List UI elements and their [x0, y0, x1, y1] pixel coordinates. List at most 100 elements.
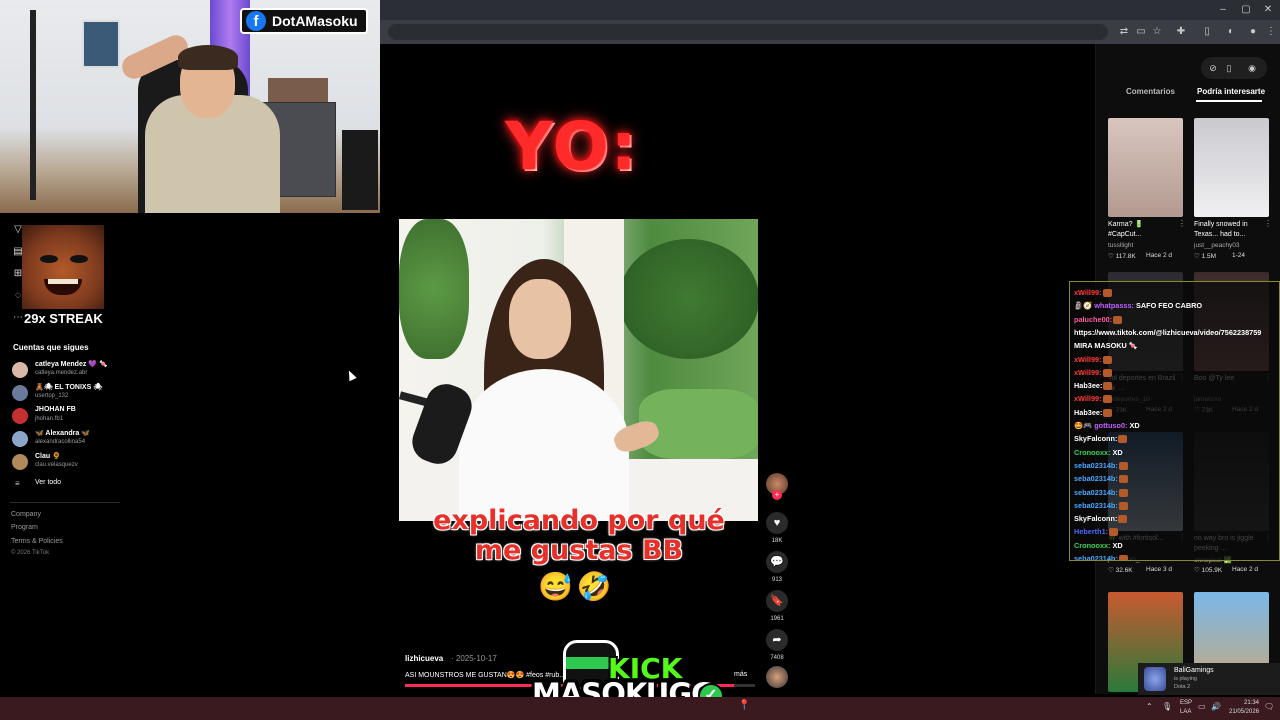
- following-account-item[interactable]: JHOHAN FB jhohan.fb1: [12, 406, 122, 426]
- profile-icon[interactable]: ◐: [1224, 25, 1238, 39]
- chat-message: seba02314b:: [1074, 488, 1129, 497]
- maximize-button[interactable]: ▢: [1239, 3, 1253, 17]
- video-overlay-title: YO:: [505, 108, 639, 185]
- chat-message: MIRA MASOKU 🍬: [1074, 341, 1138, 350]
- video-player[interactable]: [399, 219, 758, 521]
- chat-text: SAFO FEO CABRO: [1133, 301, 1203, 311]
- recommended-age: Hace 2 d: [1232, 566, 1259, 573]
- account-avatar: [12, 385, 28, 401]
- like-action[interactable]: ♥ 18K: [766, 512, 788, 544]
- save-icon[interactable]: 🔖: [766, 590, 788, 612]
- menu-icon[interactable]: ⋮: [1264, 25, 1278, 39]
- chat-username: paluche00:: [1074, 314, 1113, 324]
- mic-tray-icon[interactable]: 🎙: [1162, 702, 1172, 711]
- recommended-likes: ♡ 1.5M: [1194, 253, 1217, 260]
- sidebar-icon[interactable]: ▯: [1200, 25, 1214, 39]
- translate-icon[interactable]: ⇄: [1117, 25, 1131, 39]
- more-icon[interactable]: ⋯: [12, 312, 24, 324]
- account-name: 🦋 Alexandra 🦋: [35, 430, 90, 437]
- friend-avatar: [1144, 667, 1166, 691]
- minimize-button[interactable]: –: [1216, 3, 1230, 17]
- music-disc-icon[interactable]: [766, 666, 788, 688]
- following-account-item[interactable]: 🧸🕷 EL TONIXS 🕷 usertop_132: [12, 383, 122, 403]
- chat-username: 🤩🎮 gottuso0:: [1074, 421, 1128, 430]
- sidebar-divider: [10, 502, 120, 503]
- avatar-icon[interactable]: ●: [1246, 25, 1260, 39]
- share-icon[interactable]: ➦: [766, 629, 788, 651]
- see-all-link[interactable]: Ver todo: [35, 479, 61, 486]
- taskbar: [0, 697, 1280, 720]
- tray-expand-icon[interactable]: ⌃: [1146, 702, 1153, 711]
- chat-emote-icon: [1102, 289, 1112, 298]
- pin-icon[interactable]: 📍: [738, 700, 750, 711]
- clock-date[interactable]: 21/05/2026: [1229, 709, 1259, 715]
- footer-terms-link[interactable]: Terms & Policies: [11, 538, 63, 545]
- user-avatar-icon[interactable]: ◉: [1245, 61, 1259, 75]
- save-action[interactable]: 🔖 1961: [766, 590, 788, 622]
- following-account-item[interactable]: 🦋 Alexandra 🦋 alexandracollina54: [12, 429, 122, 449]
- like-icon[interactable]: ♥: [766, 512, 788, 534]
- chat-message: Cronooxx: XD: [1074, 541, 1123, 550]
- chat-username: MIRA MASOKU: [1074, 341, 1127, 351]
- chat-overlay: xWill99: 🗿🧭 whatpasss: SAFO FEO CABRO palu…: [1069, 281, 1280, 561]
- copyright: © 2026 TikTok: [11, 550, 50, 556]
- chat-username: 🗿🧭 whatpasss:: [1074, 301, 1134, 311]
- chat-message: seba02314b:: [1074, 461, 1129, 470]
- recommended-title[interactable]: Karma? 🔋 #CapCut...: [1108, 220, 1176, 240]
- recommended-author[interactable]: just__peachy03: [1194, 242, 1240, 249]
- chat-username: Hab3ee:: [1074, 381, 1103, 391]
- volume-icon[interactable]: 🔊: [1211, 702, 1221, 711]
- chat-message: xWill99:: [1074, 288, 1113, 298]
- notifications-icon[interactable]: 🗨: [1264, 702, 1274, 711]
- network-icon[interactable]: ▭: [1198, 702, 1206, 711]
- chat-emote-icon: [1118, 435, 1128, 444]
- video-author[interactable]: lizhicueva: [405, 654, 443, 663]
- share-action[interactable]: ➦ 7408: [766, 629, 788, 661]
- language-code[interactable]: ESP: [1180, 700, 1192, 706]
- caption-line: me gustas BB: [474, 535, 684, 566]
- screen: – ▢ ✕ ⇄ ▭ ☆ ✚ ▯ ◐ ● ⋮ f DotAMasoku ▽ ▤ ⊞…: [0, 0, 1280, 720]
- more-link[interactable]: más: [734, 671, 747, 678]
- chat-text: XD: [1110, 447, 1123, 457]
- chat-emote-icon: [1118, 501, 1128, 510]
- address-bar[interactable]: [388, 24, 1108, 40]
- account-avatar: [12, 362, 28, 378]
- chat-emote-icon: [1102, 368, 1112, 377]
- chat-username: SkyFalconn:: [1074, 514, 1118, 524]
- extensions-icon[interactable]: ✚: [1174, 25, 1188, 39]
- account-username: catleya.mendez.abr: [35, 370, 88, 376]
- recommended-thumbnail[interactable]: [1108, 118, 1183, 217]
- recommended-author[interactable]: tussllight: [1108, 242, 1133, 249]
- compass-icon[interactable]: ⊘: [1206, 61, 1220, 75]
- recommended-thumbnail[interactable]: [1194, 118, 1269, 217]
- background-plant: [399, 219, 469, 359]
- clock-time[interactable]: 21:34: [1244, 700, 1259, 706]
- following-account-item[interactable]: catleya Mendez 💜 🍬 catleya.mendez.abr: [12, 360, 122, 380]
- browser-titlebar: [380, 0, 1280, 20]
- shelf-figures: [268, 78, 328, 104]
- comment-icon[interactable]: 💬: [766, 551, 788, 573]
- chat-emote-icon: [1103, 408, 1113, 417]
- close-button[interactable]: ✕: [1261, 3, 1275, 17]
- bookmark-star-icon[interactable]: ☆: [1150, 25, 1164, 39]
- tab-recommended[interactable]: Podría interesarte: [1197, 87, 1265, 96]
- recommended-title[interactable]: Finally snowed in Texas... had to...: [1194, 220, 1262, 240]
- footer-company-link[interactable]: Company: [11, 511, 41, 518]
- comment-action[interactable]: 💬 913: [766, 551, 788, 583]
- more-options-icon[interactable]: ⋮: [1178, 219, 1186, 228]
- tab-comments[interactable]: Comentarios: [1126, 87, 1175, 96]
- more-options-icon[interactable]: ⋮: [1264, 219, 1272, 228]
- comment-count: 913: [771, 577, 782, 583]
- phone-icon[interactable]: ▯: [1222, 61, 1236, 75]
- chat-message: xWill99:: [1074, 394, 1113, 404]
- footer-program-link[interactable]: Program: [11, 524, 38, 531]
- language-layout[interactable]: LAA: [1180, 709, 1191, 715]
- recommended-age: Hace 2 d: [1146, 252, 1173, 259]
- following-account-item[interactable]: Clau 🌻 clau.velasquezv: [12, 452, 122, 472]
- chat-message: seba02314b:: [1074, 554, 1129, 560]
- cast-icon[interactable]: ▭: [1134, 25, 1148, 39]
- chat-message: SkyFalconn:: [1074, 514, 1128, 524]
- follow-plus-icon[interactable]: +: [772, 490, 782, 500]
- chat-text: 🍬: [1126, 341, 1138, 351]
- chat-username: Cronooxx:: [1074, 540, 1111, 550]
